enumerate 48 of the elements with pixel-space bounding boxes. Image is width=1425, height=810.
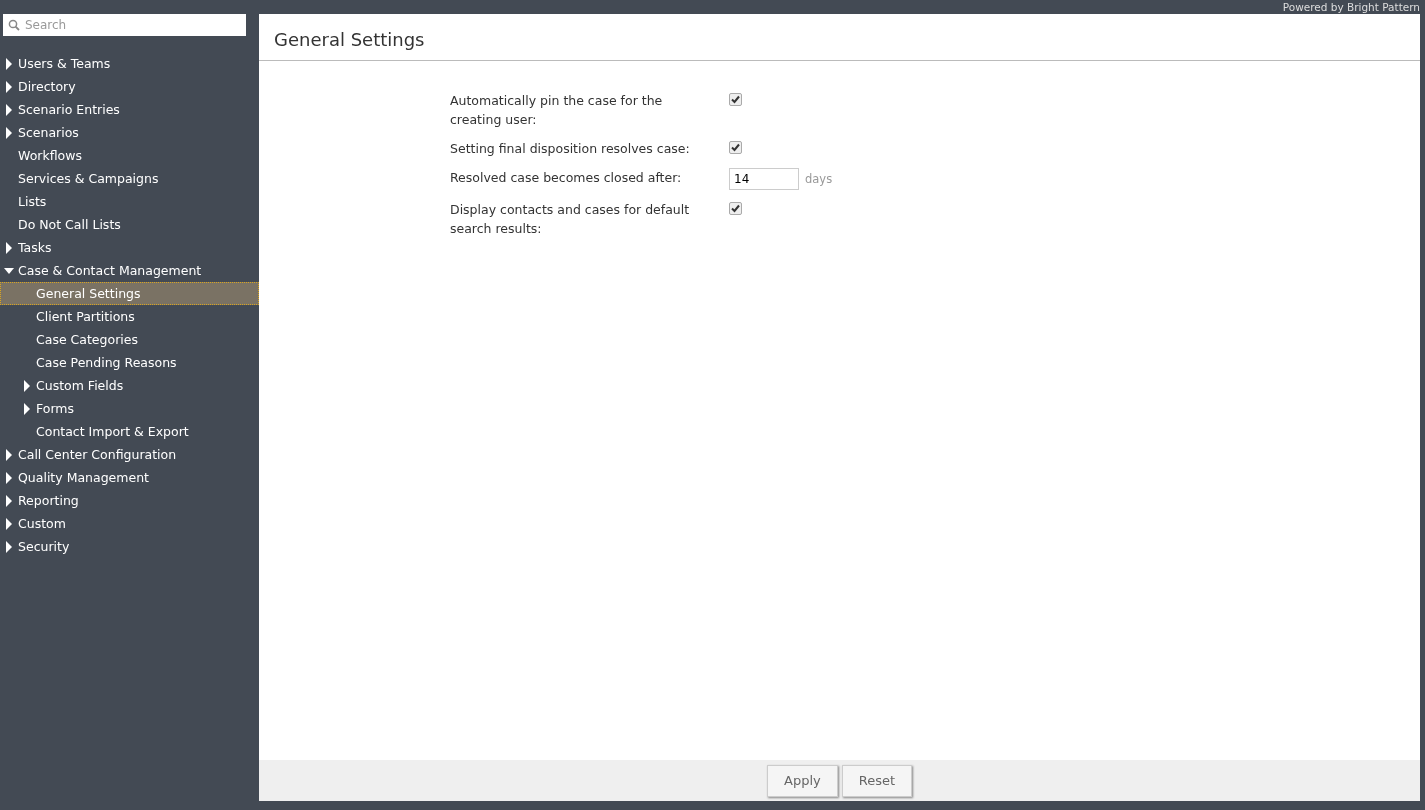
caret-right-icon <box>4 57 14 70</box>
unit-label: days <box>805 172 833 186</box>
checkbox[interactable] <box>729 93 742 106</box>
sidebar-item[interactable]: Reporting <box>0 489 259 512</box>
sidebar-item[interactable]: Custom Fields <box>0 374 259 397</box>
sidebar-item[interactable]: Services & Campaigns <box>0 167 259 190</box>
sidebar-item[interactable]: Quality Management <box>0 466 259 489</box>
sidebar-item[interactable]: Users & Teams <box>0 52 259 75</box>
checkbox[interactable] <box>729 202 742 215</box>
caret-right-icon <box>4 448 14 461</box>
setting-label: Setting final disposition resolves case: <box>450 140 691 158</box>
sidebar-item[interactable]: Tasks <box>0 236 259 259</box>
sidebar-item[interactable]: Call Center Configuration <box>0 443 259 466</box>
sidebar-item[interactable]: Do Not Call Lists <box>0 213 259 236</box>
sidebar-item[interactable]: General Settings <box>0 282 259 305</box>
days-input[interactable]: 14 <box>729 168 799 190</box>
sidebar-item[interactable]: Case & Contact Management <box>0 259 259 282</box>
sidebar-item[interactable]: Contact Import & Export <box>0 420 259 443</box>
sidebar-item[interactable]: Lists <box>0 190 259 213</box>
caret-right-icon <box>4 126 14 139</box>
sidebar-item[interactable]: Scenario Entries <box>0 98 259 121</box>
action-button[interactable]: Apply <box>767 764 838 797</box>
sidebar-item[interactable]: Directory <box>0 75 259 98</box>
caret-right-icon <box>4 540 14 553</box>
caret-right-icon <box>4 471 14 484</box>
caret-right-icon <box>22 402 32 415</box>
page-title: General Settings <box>259 14 1420 61</box>
caret-right-icon <box>4 241 14 254</box>
caret-right-icon <box>22 379 32 392</box>
sidebar-item[interactable]: Custom <box>0 512 259 535</box>
caret-right-icon <box>4 494 14 507</box>
caret-right-icon <box>4 80 14 93</box>
sidebar-item[interactable]: Case Categories <box>0 328 259 351</box>
sidebar-item[interactable]: Workflows <box>0 144 259 167</box>
setting-label: Display contacts and cases for default search results: <box>450 201 691 238</box>
action-button[interactable]: Reset <box>841 764 912 797</box>
sidebar-item[interactable]: Client Partitions <box>0 305 259 328</box>
search-field[interactable]: Search <box>3 14 246 36</box>
powered-by-text: Powered by Bright Pattern <box>1281 0 1420 14</box>
sidebar-item[interactable]: Forms <box>0 397 259 420</box>
sidebar-item[interactable]: Scenarios <box>0 121 259 144</box>
sidebar-item[interactable]: Security <box>0 535 259 558</box>
setting-label: Automatically pin the case for the creating user: <box>450 92 664 129</box>
caret-right-icon <box>4 517 14 530</box>
checkbox[interactable] <box>729 141 742 154</box>
caret-right-icon <box>4 103 14 116</box>
sidebar-item[interactable]: Case Pending Reasons <box>0 351 259 374</box>
setting-label: Resolved case becomes closed after: <box>450 169 683 187</box>
